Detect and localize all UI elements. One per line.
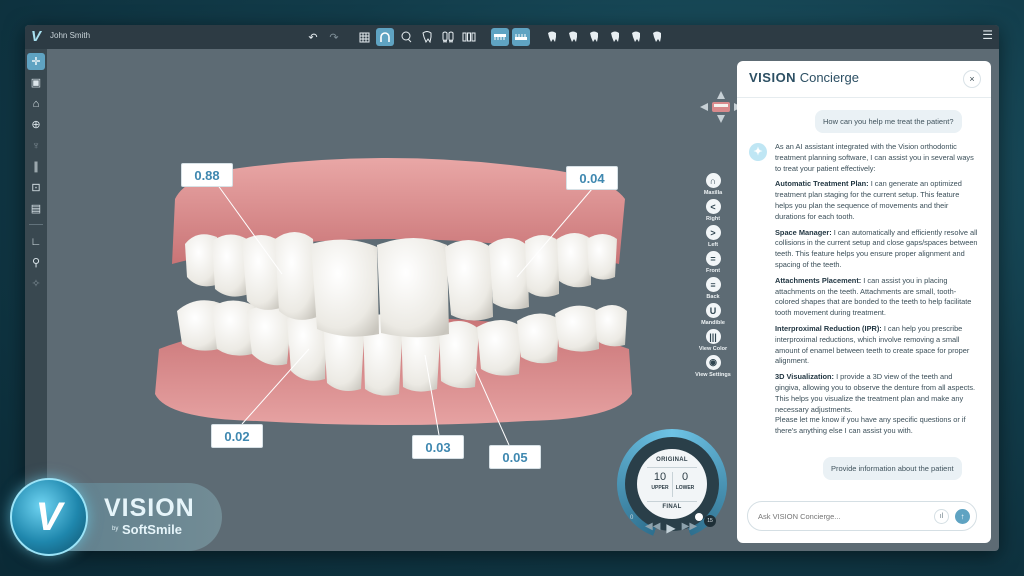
- dial-face: ORIGINAL 10 UPPER 0 LOWER FINAL: [637, 449, 707, 519]
- view-maxilla-button[interactable]: ∩ Maxilla: [691, 173, 735, 196]
- view-mandible-button[interactable]: U Mandible: [691, 303, 735, 326]
- play-icon[interactable]: ▶: [666, 521, 675, 535]
- sidebar-divider: [29, 224, 43, 225]
- user-message: How can you help me treat the patient?: [815, 110, 962, 133]
- brush-icon[interactable]: ⚲: [27, 254, 45, 271]
- right-view-icon: <: [705, 199, 721, 214]
- vision-logo-icon: V: [10, 478, 88, 556]
- view-front-button[interactable]: = Front: [691, 251, 735, 274]
- compass-icon[interactable]: ✧: [27, 275, 45, 292]
- ipr-callout-5[interactable]: 0.05: [489, 445, 541, 469]
- brand-name: VISION: [104, 494, 195, 522]
- left-sidebar: ✛ ▣ ⌂ ⊕ ♆ ∥ ⊡ ▤ ∟ ⚲ ✧: [25, 49, 47, 551]
- color-icon: |||: [705, 329, 721, 344]
- tooth-1-icon[interactable]: [543, 28, 561, 46]
- redo-icon[interactable]: ↷: [325, 28, 343, 46]
- tooth-pair-icon[interactable]: [439, 28, 457, 46]
- top-toolbar: V John Smith ↶ ↷ ☰: [25, 25, 999, 49]
- tooth-5-icon[interactable]: [627, 28, 645, 46]
- ipr-callout-1[interactable]: 0.88: [181, 163, 233, 187]
- back-view-icon: ≡: [705, 277, 721, 292]
- dial-handle[interactable]: [695, 513, 703, 521]
- tooth-house-icon[interactable]: ⌂: [27, 95, 45, 112]
- upper-jaw-icon[interactable]: [491, 28, 509, 46]
- playback-controls: ◀◀ ▶ ▶▶: [645, 521, 697, 535]
- lower-label: LOWER: [675, 485, 695, 491]
- mandible-icon: U: [705, 303, 721, 318]
- image-icon[interactable]: ▣: [27, 74, 45, 91]
- final-label[interactable]: FINAL: [637, 504, 707, 510]
- lower-stage-count: 0: [681, 471, 689, 483]
- tooth-3-icon[interactable]: [585, 28, 603, 46]
- axis-icon[interactable]: ⊕: [27, 116, 45, 133]
- vision-logo: V: [31, 28, 42, 45]
- original-label[interactable]: ORIGINAL: [637, 457, 707, 463]
- chat-title: VISION Concierge: [749, 70, 859, 85]
- lower-jaw-icon[interactable]: [512, 28, 530, 46]
- grid-icon[interactable]: [355, 28, 373, 46]
- dial-end-stage: 15: [704, 515, 716, 527]
- ai-assistant-icon: ✦: [749, 143, 767, 161]
- ruler-icon[interactable]: ▤: [27, 200, 45, 217]
- brand-company: SoftSmile: [122, 522, 182, 537]
- user-followup-message: Provide information about the patient: [823, 457, 962, 480]
- previous-icon[interactable]: ◀◀: [645, 521, 660, 535]
- next-icon[interactable]: ▶▶: [682, 521, 697, 535]
- frame-icon[interactable]: ⊡: [27, 179, 45, 196]
- mic-icon[interactable]: ıl: [934, 509, 949, 524]
- view-settings-button[interactable]: ◉ View Settings: [691, 355, 735, 378]
- tooth-dim-icon[interactable]: ♆: [27, 137, 45, 154]
- concierge-chat-panel: VISION Concierge × How can you help me t…: [737, 61, 991, 543]
- front-view-icon: =: [705, 251, 721, 266]
- hamburger-icon[interactable]: ☰: [982, 28, 993, 42]
- tooth-4-icon[interactable]: [606, 28, 624, 46]
- dial-start-stage: 0: [630, 515, 634, 521]
- view-color-button[interactable]: ||| View Color: [691, 329, 735, 352]
- app-window: V John Smith ↶ ↷ ☰ ✛ ▣ ⌂ ⊕ ♆ ∥ ⊡ ▤ ∟ ⚲ ✧…: [25, 25, 999, 551]
- view-back-button[interactable]: ≡ Back: [691, 277, 735, 300]
- close-icon[interactable]: ×: [963, 70, 981, 88]
- ipr-callout-4[interactable]: 0.03: [412, 435, 464, 459]
- tooth-2-icon[interactable]: [564, 28, 582, 46]
- ipr-callout-2[interactable]: 0.04: [566, 166, 618, 190]
- view-right-button[interactable]: < Right: [691, 199, 735, 222]
- angle-icon[interactable]: ∟: [27, 233, 45, 250]
- maxilla-icon: ∩: [705, 173, 721, 188]
- upper-stage-count: 10: [653, 471, 667, 483]
- ipr-callout-3[interactable]: 0.02: [211, 424, 263, 448]
- undo-icon[interactable]: ↶: [304, 28, 322, 46]
- bars-icon[interactable]: ∥: [27, 158, 45, 175]
- send-icon[interactable]: ↑: [955, 509, 970, 524]
- brand-by: by: [112, 526, 119, 532]
- arch-icon[interactable]: [376, 28, 394, 46]
- lasso-icon[interactable]: [397, 28, 415, 46]
- left-view-icon: >: [705, 225, 721, 240]
- tooth-6-icon[interactable]: [648, 28, 666, 46]
- tooth-icon[interactable]: [418, 28, 436, 46]
- teeth-icon[interactable]: [460, 28, 478, 46]
- chat-input-box[interactable]: ıl ↑: [747, 501, 977, 531]
- upper-label: UPPER: [651, 485, 669, 491]
- view-left-button[interactable]: > Left: [691, 225, 735, 248]
- ai-response: As an AI assistant integrated with the V…: [775, 142, 978, 436]
- settings-eye-icon: ◉: [705, 355, 721, 370]
- move-icon[interactable]: ✛: [27, 53, 45, 70]
- chat-input[interactable]: [758, 509, 928, 524]
- patient-name: John Smith: [50, 31, 91, 40]
